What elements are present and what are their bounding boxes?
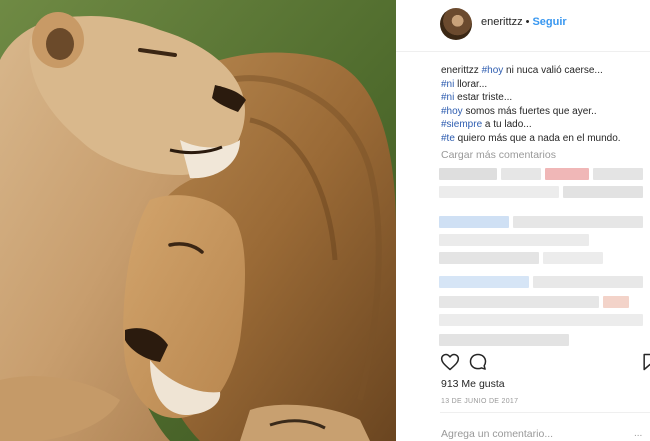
caption-line: enerittzz #hoy ni nuca valió caerse... [441, 64, 646, 78]
comment-input[interactable]: Agrega un comentario... [441, 428, 553, 440]
blurred-comments [439, 164, 650, 350]
hashtag-link[interactable]: #te [441, 133, 455, 144]
caption-line: #ni llorar... [441, 78, 646, 92]
caption-text: estar triste... [454, 92, 513, 104]
avatar[interactable] [440, 8, 472, 40]
caption-line: #ni estar triste... [441, 91, 646, 105]
follow-button[interactable]: Seguir [532, 16, 566, 28]
post-photo[interactable] [0, 0, 396, 441]
divider [440, 412, 650, 413]
post-header: enerittzz • Seguir [396, 0, 650, 52]
caption-text: ni nuca valió caerse... [503, 65, 603, 76]
author-username[interactable]: enerittzz [481, 16, 523, 28]
hashtag-link[interactable]: #ni [441, 79, 454, 90]
hashtag-link[interactable]: #hoy [441, 106, 463, 117]
post-actions [440, 352, 650, 374]
heart-icon[interactable] [440, 352, 460, 372]
hashtag-link[interactable]: #siempre [441, 119, 482, 130]
bookmark-icon[interactable] [640, 352, 650, 372]
hashtag-link[interactable]: #hoy [482, 65, 504, 76]
caption-line: #hoy somos más fuertes que ayer.. [441, 105, 646, 119]
hashtag-link[interactable]: #ni [441, 92, 454, 103]
post-date: 13 DE JUNIO DE 2017 [441, 398, 519, 405]
author-line: enerittzz • Seguir [481, 16, 567, 28]
caption-text: quiero más que a nada en el mundo. [454, 132, 621, 144]
caption-text: somos más fuertes que ayer.. [462, 105, 597, 117]
post-side-panel: enerittzz • Seguir enerittzz #hoy ni nuca … [396, 0, 650, 441]
post-caption: enerittzz #hoy ni nuca valió caerse... #… [441, 64, 646, 146]
load-more-comments-link[interactable]: Cargar más comentarios [441, 149, 556, 161]
more-options-button[interactable]: ... [634, 428, 642, 439]
separator-dot: • [525, 16, 530, 28]
caption-line: #te quiero más que a nada en el mundo. [441, 132, 646, 146]
comment-icon[interactable] [468, 352, 488, 372]
lion-couple-illustration [0, 0, 396, 441]
caption-author[interactable]: enerittzz [441, 65, 482, 76]
caption-text: llorar... [454, 78, 488, 90]
caption-text: a tu lado... [482, 119, 532, 131]
likes-count[interactable]: 913 Me gusta [441, 378, 505, 390]
caption-line: #siempre a tu lado... [441, 118, 646, 132]
